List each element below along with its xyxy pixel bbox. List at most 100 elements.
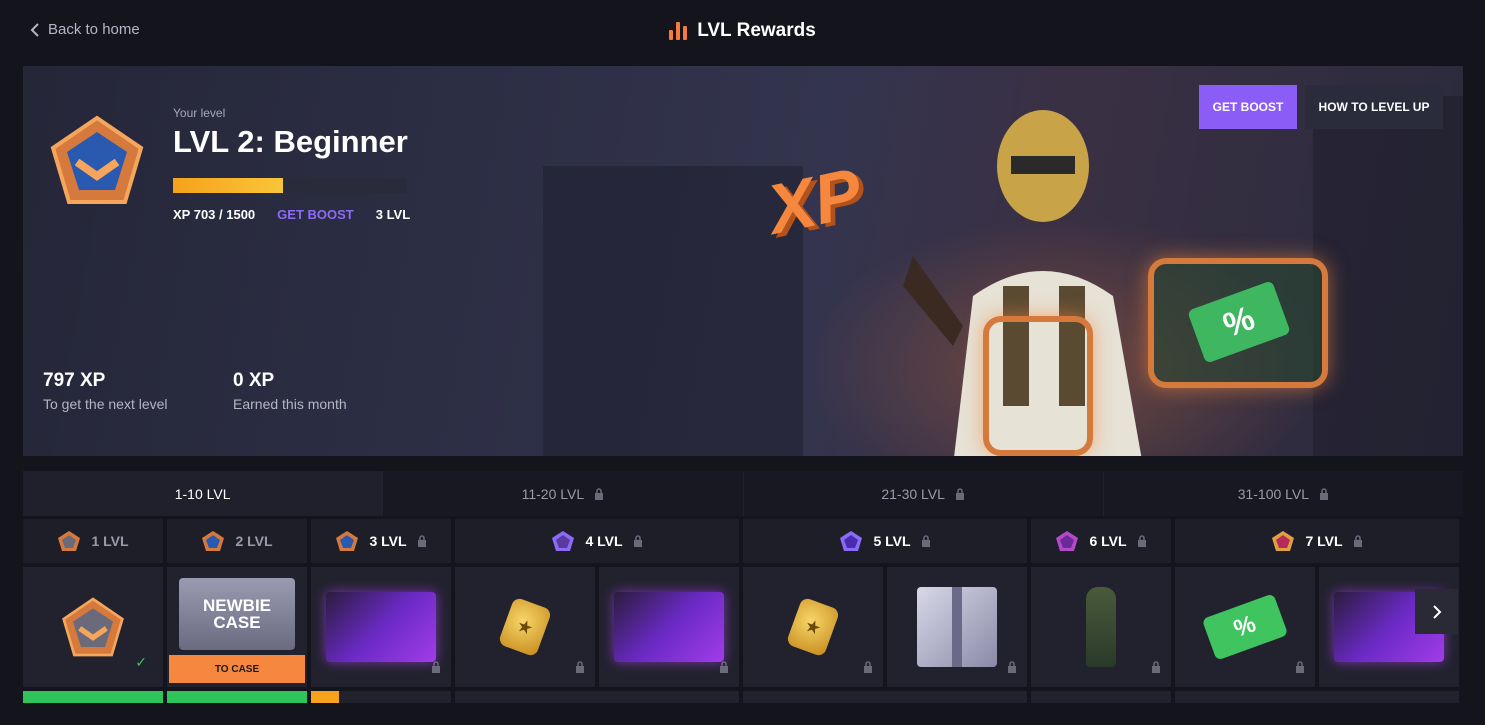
tab-label: 11-20 LVL — [521, 485, 585, 502]
level-progress-bar — [743, 691, 1027, 703]
lock-icon — [633, 535, 642, 547]
gift-box-icon — [917, 587, 997, 667]
lock-icon — [1353, 535, 1362, 547]
rank-badge-icon — [50, 115, 144, 204]
reward-card-lvl4-tag[interactable]: ★ — [455, 567, 595, 687]
page-title: LVL Rewards — [0, 20, 1485, 42]
get-boost-button[interactable]: GET BOOST — [1199, 85, 1297, 129]
level-label: 1 LVL — [91, 533, 129, 549]
next-rewards-button[interactable] — [1415, 589, 1458, 634]
reward-card-lvl1-badge[interactable]: ✓ — [23, 567, 163, 687]
lock-icon — [1152, 661, 1160, 673]
stat-next-level: 797 XP To get the next level — [43, 370, 168, 412]
xp-progress-text: XP 703 / 1500 — [173, 207, 256, 222]
rank-badge-icon — [336, 531, 359, 551]
level-header-2: 2 LVL — [167, 519, 307, 563]
background-building — [543, 166, 803, 456]
to-case-button[interactable]: TO CASE — [169, 655, 305, 683]
check-icon: ✓ — [135, 654, 147, 670]
level-hero-banner: Your level LVL 2: Beginner XP 703 / 1500… — [23, 66, 1463, 456]
how-to-level-up-button[interactable]: HOW TO LEVEL UP — [1305, 85, 1443, 129]
level-title: LVL 2: Beginner — [173, 124, 408, 159]
lock-icon — [417, 535, 426, 547]
stat-label: Earned this month — [233, 396, 347, 412]
level-label: 5 LVL — [873, 533, 911, 549]
lock-icon — [921, 535, 930, 547]
reward-card-lvl4-case[interactable] — [599, 567, 739, 687]
tab-21-30[interactable]: 21-30 LVL — [743, 471, 1104, 516]
next-level-text: 3 LVL — [375, 207, 411, 222]
lock-icon — [864, 661, 872, 673]
reward-card-lvl5-gift[interactable] — [887, 567, 1027, 687]
tab-label: 31-100 LVL — [1237, 485, 1310, 502]
lock-icon — [720, 661, 728, 673]
lock-icon — [1296, 661, 1304, 673]
top-bar: Back to home LVL Rewards — [0, 0, 1485, 62]
rank-badge-icon — [552, 531, 575, 551]
your-level-label: Your level — [173, 106, 226, 120]
lock-icon — [432, 661, 440, 673]
lock-icon — [595, 487, 604, 500]
level-label: 2 LVL — [235, 533, 273, 549]
tab-11-20[interactable]: 11-20 LVL — [383, 471, 744, 516]
level-progress-bar — [23, 691, 163, 703]
level-header-1: 1 LVL — [23, 519, 163, 563]
lock-icon — [1320, 487, 1329, 500]
lock-icon — [1137, 535, 1146, 547]
level-label: 3 LVL — [369, 533, 407, 549]
level-progress-fill — [167, 691, 307, 703]
rank-badge-icon — [1272, 531, 1295, 551]
reward-card-lvl3-case[interactable] — [311, 567, 451, 687]
level-progress-bar — [1175, 691, 1459, 703]
xp-progress-fill — [173, 178, 283, 193]
level-progress-fill — [311, 691, 339, 703]
level-header-5: 5 LVL — [743, 519, 1027, 563]
reward-card-lvl2-case[interactable]: NEWBIE CASE TO CASE — [167, 567, 307, 687]
level-label: 6 LVL — [1089, 533, 1127, 549]
tab-label: 21-30 LVL — [881, 485, 945, 502]
level-header-3: 3 LVL — [311, 519, 451, 563]
level-range-tabs: 1-10 LVL 11-20 LVL 21-30 LVL 31-100 LVL — [23, 471, 1463, 516]
bar-chart-icon — [669, 22, 688, 40]
level-label: 4 LVL — [585, 533, 623, 549]
reward-card-lvl7-ticket[interactable]: % — [1175, 567, 1315, 687]
level-header-6: 6 LVL — [1031, 519, 1171, 563]
tab-1-10[interactable]: 1-10 LVL — [23, 471, 384, 516]
discount-ticket-icon: % — [1187, 280, 1291, 364]
level-progress-bar — [167, 691, 307, 703]
level-header-7: 7 LVL — [1175, 519, 1459, 563]
lock-icon — [576, 661, 584, 673]
dog-tag-icon: ★ — [497, 596, 553, 658]
rank-badge-icon — [62, 597, 124, 657]
reward-card-lvl5-tag[interactable]: ★ — [743, 567, 883, 687]
level-progress-bar — [455, 691, 739, 703]
lock-icon — [955, 487, 964, 500]
page-title-text: LVL Rewards — [697, 20, 816, 41]
level-label: 7 LVL — [1305, 533, 1343, 549]
get-boost-link[interactable]: GET BOOST — [277, 207, 354, 222]
weapon-case-image — [326, 592, 436, 662]
stat-value: 797 XP — [43, 370, 106, 391]
tab-31-100[interactable]: 31-100 LVL — [1103, 471, 1463, 516]
level-progress-fill — [23, 691, 163, 703]
rank-badge-icon — [58, 531, 81, 551]
weapon-case-image — [614, 592, 724, 662]
xp-progress-bar — [173, 178, 407, 193]
lock-icon — [1008, 661, 1016, 673]
level-header-4: 4 LVL — [455, 519, 739, 563]
dog-tag-icon: ★ — [785, 596, 841, 658]
rank-badge-icon — [840, 531, 863, 551]
reward-card-lvl6-agent[interactable] — [1031, 567, 1171, 687]
xp-row: XP 703 / 1500 GET BOOST 3 LVL — [173, 207, 410, 222]
chevron-right-icon — [1432, 604, 1441, 619]
reward-frame — [983, 316, 1093, 456]
level-progress-bar — [1031, 691, 1171, 703]
agent-figure-icon — [1086, 587, 1116, 667]
discount-ticket-icon: % — [1201, 593, 1289, 661]
level-progress-bar — [311, 691, 451, 703]
discount-ticket-frame: % — [1148, 258, 1328, 388]
newbie-case-image: NEWBIE CASE — [179, 578, 295, 650]
rank-badge-icon — [202, 531, 225, 551]
stat-label: To get the next level — [43, 396, 168, 412]
stat-value: 0 XP — [233, 370, 275, 391]
